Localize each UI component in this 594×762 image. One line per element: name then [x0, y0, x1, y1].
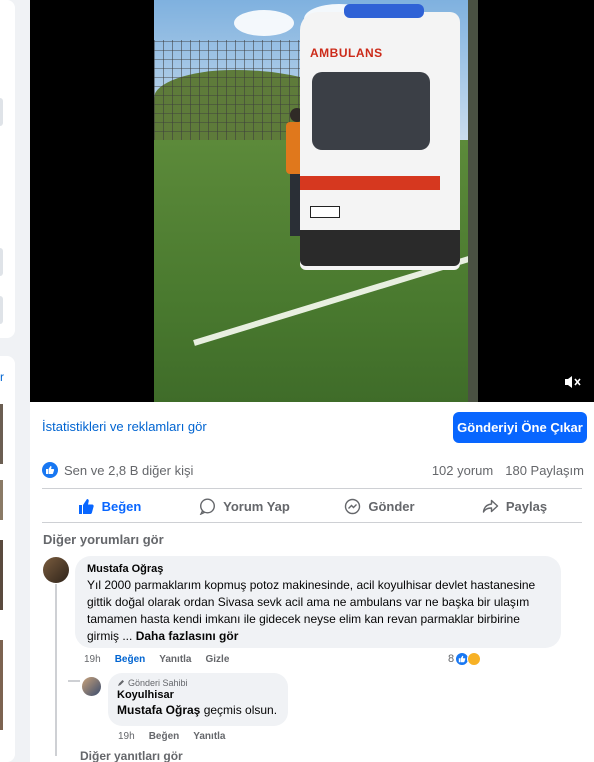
- action-bar: Beğen Yorum Yap Gönder Paylaş: [42, 490, 582, 522]
- ambulance: AMBULANS: [300, 4, 460, 270]
- share-button[interactable]: Paylaş: [447, 490, 582, 522]
- divider: [42, 522, 582, 523]
- boost-post-button[interactable]: Gönderiyi Öne Çıkar: [453, 412, 587, 443]
- avatar[interactable]: [43, 557, 69, 583]
- author-badge-label: Gönderi Sahibi: [128, 678, 188, 688]
- sidebar-thumbnail[interactable]: [0, 480, 3, 520]
- divider: [42, 488, 582, 489]
- avatar[interactable]: [82, 677, 101, 696]
- video-frame: AMBULANS: [154, 0, 470, 402]
- sidebar-card: [0, 0, 15, 338]
- comment-reply-link[interactable]: Yanıtla: [159, 654, 191, 665]
- like-button[interactable]: Beğen: [42, 490, 177, 522]
- reaction-summary[interactable]: Sen ve 2,8 B diğer kişi: [42, 462, 193, 478]
- ambulance-bumper: [300, 230, 460, 266]
- thumbs-up-icon: [78, 498, 94, 514]
- reaction-summary-text: Sen ve 2,8 B diğer kişi: [64, 462, 194, 478]
- comment-bubble: Mustafa Oğraş Yıl 2000 parmaklarım kopmu…: [75, 556, 561, 648]
- sidebar-thumbnail[interactable]: [0, 404, 3, 464]
- left-sidebar: r: [0, 0, 18, 762]
- cloud: [234, 10, 294, 36]
- reply-actions: 19h Beğen Yanıtla: [118, 731, 226, 742]
- comment-text: Yıl 2000 parmaklarım kopmuş potoz makine…: [87, 577, 549, 645]
- sidebar-thumbnail[interactable]: [0, 540, 3, 610]
- messenger-icon: [345, 498, 361, 514]
- thread-connector: [68, 680, 80, 682]
- sidebar-item[interactable]: [0, 296, 3, 324]
- share-count[interactable]: 180 Paylaşım: [505, 463, 584, 478]
- reply-reply-link[interactable]: Yanıtla: [193, 731, 225, 742]
- sad-reaction-icon: [467, 652, 482, 666]
- ambulance-stripe: [300, 176, 440, 190]
- fence-pole: [468, 0, 478, 402]
- thread-line: [55, 584, 57, 756]
- ambulance-label: AMBULANS: [310, 46, 383, 60]
- pencil-icon: [118, 680, 124, 686]
- siren-light: [344, 4, 424, 18]
- sidebar-thumbnail[interactable]: [0, 640, 3, 730]
- comment-reactions[interactable]: 8: [448, 652, 482, 666]
- share-label: Paylaş: [505, 498, 548, 514]
- sidebar-item[interactable]: [0, 98, 3, 126]
- share-arrow-icon: [482, 499, 499, 513]
- comment-actions: 19h Beğen Yanıtla Gizle: [84, 654, 229, 665]
- comment-hide-link[interactable]: Gizle: [206, 654, 230, 665]
- comment-count[interactable]: 102 yorum: [432, 463, 493, 478]
- author-badge: Gönderi Sahibi: [117, 678, 279, 688]
- sidebar-link[interactable]: r: [0, 370, 4, 384]
- view-more-replies-link[interactable]: Diğer yanıtları gör: [80, 749, 183, 762]
- comment-bubble-icon: [199, 497, 216, 515]
- speaker-muted-icon[interactable]: [562, 372, 582, 392]
- view-more-comments-link[interactable]: Diğer yorumları gör: [43, 532, 164, 547]
- reply-body: geçmis olsun.: [200, 703, 278, 717]
- post-video[interactable]: AMBULANS: [30, 0, 594, 402]
- post-card: AMBULANS İstatistikleri ve reklamları gö…: [30, 0, 594, 762]
- insights-link[interactable]: İstatistikleri ve reklamları gör: [42, 419, 207, 434]
- sidebar-item[interactable]: [0, 248, 3, 276]
- mention-link[interactable]: Mustafa Oğraş: [117, 703, 200, 717]
- ambulance-window: [312, 72, 430, 150]
- see-more-link[interactable]: Daha fazlasını gör: [136, 629, 239, 643]
- reply-like-link[interactable]: Beğen: [149, 731, 180, 742]
- reply-bubble: Gönderi Sahibi Koyulhisar Mustafa Oğraş …: [108, 673, 288, 726]
- reply-timestamp[interactable]: 19h: [118, 731, 135, 742]
- comment-reaction-count: 8: [448, 653, 455, 665]
- send-button[interactable]: Gönder: [312, 490, 447, 522]
- comment-timestamp[interactable]: 19h: [84, 654, 101, 665]
- comment-author[interactable]: Mustafa Oğraş: [87, 563, 549, 575]
- engagement-counts: 102 yorum 180 Paylaşım: [432, 463, 584, 478]
- like-label: Beğen: [101, 498, 142, 514]
- comment-button[interactable]: Yorum Yap: [177, 490, 312, 522]
- comment-label: Yorum Yap: [223, 498, 290, 514]
- like-reaction-icon: [42, 462, 58, 478]
- reply-text: Mustafa Oğraş geçmis olsun.: [117, 703, 279, 717]
- license-plate: [310, 206, 340, 218]
- comment-like-link[interactable]: Beğen: [115, 654, 146, 665]
- send-label: Gönder: [368, 498, 415, 514]
- reply-author[interactable]: Koyulhisar: [117, 689, 279, 701]
